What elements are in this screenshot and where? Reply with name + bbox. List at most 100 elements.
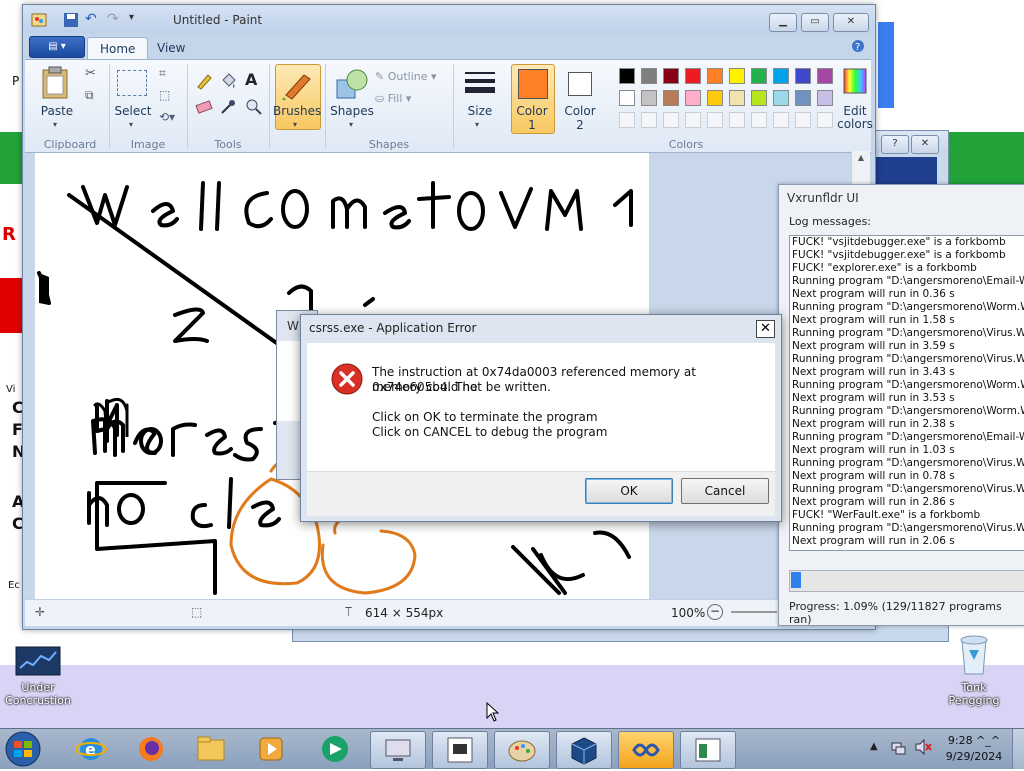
taskbar-active-app[interactable] <box>618 731 674 769</box>
fill-dropdown[interactable]: ⛀ Fill ▾ <box>375 92 411 105</box>
palette-swatch[interactable] <box>729 68 745 84</box>
eraser-icon[interactable] <box>195 100 213 117</box>
size-icon[interactable] <box>463 68 497 99</box>
palette-swatch[interactable] <box>685 90 701 106</box>
clock-time[interactable]: 9:28 ^_^ <box>944 734 1004 747</box>
palette-swatch[interactable] <box>751 90 767 106</box>
palette-swatch[interactable] <box>795 68 811 84</box>
paint-app-icon[interactable] <box>31 12 47 31</box>
cancel-button[interactable]: Cancel <box>681 478 769 504</box>
text-tool-icon[interactable]: A <box>245 70 257 89</box>
chevron-down-icon[interactable]: ▾ <box>475 120 479 129</box>
show-desktop-button[interactable] <box>1012 729 1024 769</box>
palette-swatch[interactable] <box>619 68 635 84</box>
undo-icon[interactable]: ↶ <box>85 11 97 27</box>
palette-swatch[interactable] <box>751 112 767 128</box>
taskbar-vxrunfldr[interactable] <box>432 731 488 769</box>
color1-label: Color <box>516 104 548 118</box>
palette-swatch[interactable] <box>641 68 657 84</box>
palette-swatch[interactable] <box>817 90 833 106</box>
taskbar-app-green[interactable] <box>308 731 362 767</box>
palette-swatch[interactable] <box>663 68 679 84</box>
taskbar-remote-desktop[interactable] <box>370 731 426 769</box>
show-hidden-icons-button[interactable]: ▲ <box>870 741 878 752</box>
palette-swatch[interactable] <box>795 90 811 106</box>
zoom-out-button[interactable]: − <box>707 604 723 620</box>
taskbar-internet-explorer[interactable]: e <box>64 731 118 767</box>
close-button[interactable]: ✕ <box>833 13 869 32</box>
palette-swatch[interactable] <box>707 68 723 84</box>
taskbar-paint[interactable] <box>494 731 550 769</box>
palette-swatch[interactable] <box>707 112 723 128</box>
tab-home[interactable]: Home <box>87 37 149 60</box>
crop-icon[interactable]: ⌗ <box>159 66 166 81</box>
palette-swatch[interactable] <box>773 90 789 106</box>
palette-swatch[interactable] <box>751 68 767 84</box>
desktop-icon-under-concrustion[interactable]: Under Concrustion <box>0 646 78 707</box>
minimize-button[interactable]: ▁ <box>769 13 797 32</box>
close-button[interactable]: ✕ <box>756 320 775 338</box>
help-button[interactable]: ? <box>881 135 909 154</box>
palette-swatch[interactable] <box>729 112 745 128</box>
palette-swatch[interactable] <box>641 90 657 106</box>
taskbar-media-player[interactable] <box>244 731 298 767</box>
palette-swatch[interactable] <box>773 112 789 128</box>
scroll-up-icon[interactable]: ▲ <box>856 153 866 162</box>
chevron-down-icon[interactable]: ▾ <box>349 120 353 129</box>
outline-dropdown[interactable]: ✎ Outline ▾ <box>375 70 437 83</box>
color-picker-icon[interactable] <box>219 98 237 119</box>
paste-button[interactable] <box>39 66 73 103</box>
customize-quick-access-icon[interactable]: ▾ <box>129 12 134 23</box>
palette-swatch[interactable] <box>773 68 789 84</box>
shapes-icon[interactable] <box>335 68 369 103</box>
log-list[interactable]: FUCK! "vsjitdebugger.exe" is a forkbomb F… <box>789 235 1024 551</box>
start-button[interactable] <box>4 730 42 771</box>
palette-swatch[interactable] <box>663 112 679 128</box>
volume-muted-icon[interactable] <box>914 738 932 758</box>
palette-swatch[interactable] <box>795 112 811 128</box>
pencil-icon[interactable] <box>195 72 213 93</box>
chevron-down-icon[interactable]: ▾ <box>293 120 297 129</box>
palette-swatch[interactable] <box>817 112 833 128</box>
fill-bucket-icon[interactable] <box>219 72 237 93</box>
palette-swatch[interactable] <box>619 90 635 106</box>
palette-swatch[interactable] <box>619 112 635 128</box>
taskbar-virtualbox[interactable] <box>556 731 612 769</box>
redo-icon[interactable]: ↷ <box>107 11 119 27</box>
chevron-down-icon[interactable]: ▾ <box>129 120 133 129</box>
ok-button[interactable]: OK <box>585 478 673 504</box>
desktop-icon-label: Concrustion <box>5 694 71 707</box>
help-icon[interactable]: ? <box>851 39 865 56</box>
paint-palette-icon <box>508 740 536 762</box>
taskbar-window-app[interactable] <box>680 731 736 769</box>
palette-swatch[interactable] <box>729 90 745 106</box>
desktop-icon-recycle-bin[interactable]: Tonk Pengging <box>934 632 1014 707</box>
chevron-down-icon[interactable]: ▾ <box>53 120 57 129</box>
paint-menu-button[interactable]: ▤ ▾ <box>29 36 85 58</box>
maximize-button[interactable]: ▭ <box>801 13 829 32</box>
tab-view[interactable]: View <box>145 37 197 59</box>
taskbar-firefox[interactable] <box>124 731 178 767</box>
log-line: Running program "D:\angersmoreno\Worm.Wi… <box>792 301 1024 313</box>
vxrunfldr-title: Vxrunfldr UI <box>787 191 859 205</box>
zoom-slider[interactable] <box>731 611 777 613</box>
resize-icon[interactable]: ⬚ <box>159 88 170 102</box>
palette-swatch[interactable] <box>707 90 723 106</box>
magnifier-icon[interactable] <box>245 98 263 119</box>
edit-colors-icon[interactable] <box>843 68 867 97</box>
network-icon[interactable] <box>890 739 906 758</box>
taskbar-explorer[interactable] <box>184 731 238 767</box>
palette-swatch[interactable] <box>663 90 679 106</box>
select-icon[interactable] <box>117 70 147 96</box>
palette-swatch[interactable] <box>685 112 701 128</box>
palette-swatch[interactable] <box>685 68 701 84</box>
brushes-button[interactable] <box>275 64 321 130</box>
palette-swatch[interactable] <box>641 112 657 128</box>
save-icon[interactable] <box>63 12 79 31</box>
copy-icon[interactable]: ⧉ <box>85 88 94 103</box>
close-button[interactable]: ✕ <box>911 135 939 154</box>
cut-icon[interactable]: ✂ <box>85 66 96 81</box>
clock-date[interactable]: 9/29/2024 <box>944 750 1004 763</box>
palette-swatch[interactable] <box>817 68 833 84</box>
rotate-icon[interactable]: ⟲▾ <box>159 110 175 124</box>
